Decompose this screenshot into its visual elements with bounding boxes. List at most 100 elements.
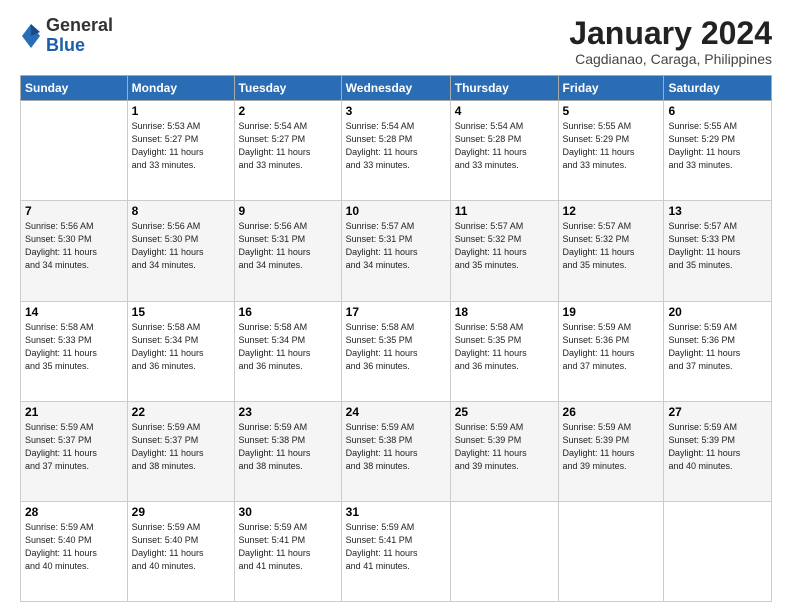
calendar-header-row: Sunday Monday Tuesday Wednesday Thursday…: [21, 76, 772, 101]
logo-general: General: [46, 15, 113, 35]
day-number: 6: [668, 104, 767, 118]
table-row: 18 Sunrise: 5:58 AMSunset: 5:35 PMDayligh…: [450, 301, 558, 401]
calendar-week-row: 1Sunrise: 5:53 AMSunset: 5:27 PMDaylight…: [21, 101, 772, 201]
day-number: 19: [563, 305, 660, 319]
calendar-week-row: 7 Sunrise: 5:56 AMSunset: 5:30 PMDaylight…: [21, 201, 772, 301]
day-info: Sunrise: 5:59 AMSunset: 5:39 PMDaylight:…: [563, 421, 660, 473]
day-info: Sunrise: 5:59 AMSunset: 5:38 PMDaylight:…: [346, 421, 446, 473]
day-number: 12: [563, 204, 660, 218]
table-row: 31 Sunrise: 5:59 AMSunset: 5:41 PMDayligh…: [341, 501, 450, 601]
table-row: 16 Sunrise: 5:58 AMSunset: 5:34 PMDayligh…: [234, 301, 341, 401]
day-info: Sunrise: 5:59 AMSunset: 5:39 PMDaylight:…: [455, 421, 554, 473]
logo-blue: Blue: [46, 35, 85, 55]
day-info: Sunrise: 5:55 AMSunset: 5:29 PMDaylight:…: [668, 120, 767, 172]
day-number: 26: [563, 405, 660, 419]
day-number: 25: [455, 405, 554, 419]
day-info: Sunrise: 5:59 AMSunset: 5:38 PMDaylight:…: [239, 421, 337, 473]
day-info: Sunrise: 5:58 AMSunset: 5:35 PMDaylight:…: [455, 321, 554, 373]
day-number: 20: [668, 305, 767, 319]
table-row: 24Sunrise: 5:59 AMSunset: 5:38 PMDayligh…: [341, 401, 450, 501]
header-sunday: Sunday: [21, 76, 128, 101]
day-info: Sunrise: 5:56 AMSunset: 5:30 PMDaylight:…: [132, 220, 230, 272]
day-info: Sunrise: 5:59 AMSunset: 5:40 PMDaylight:…: [25, 521, 123, 573]
day-info: Sunrise: 5:57 AMSunset: 5:33 PMDaylight:…: [668, 220, 767, 272]
logo-text: General Blue: [46, 16, 113, 56]
day-info: Sunrise: 5:57 AMSunset: 5:32 PMDaylight:…: [563, 220, 660, 272]
day-number: 27: [668, 405, 767, 419]
table-row: 26 Sunrise: 5:59 AMSunset: 5:39 PMDayligh…: [558, 401, 664, 501]
day-info: Sunrise: 5:54 AMSunset: 5:27 PMDaylight:…: [239, 120, 337, 172]
table-row: 20 Sunrise: 5:59 AMSunset: 5:36 PMDayligh…: [664, 301, 772, 401]
day-info: Sunrise: 5:59 AMSunset: 5:37 PMDaylight:…: [132, 421, 230, 473]
table-row: 15Sunrise: 5:58 AMSunset: 5:34 PMDayligh…: [127, 301, 234, 401]
header-thursday: Thursday: [450, 76, 558, 101]
day-number: 16: [239, 305, 337, 319]
day-info: Sunrise: 5:59 AMSunset: 5:36 PMDaylight:…: [668, 321, 767, 373]
table-row: 1Sunrise: 5:53 AMSunset: 5:27 PMDaylight…: [127, 101, 234, 201]
calendar-week-row: 21Sunrise: 5:59 AMSunset: 5:37 PMDayligh…: [21, 401, 772, 501]
table-row: 29Sunrise: 5:59 AMSunset: 5:40 PMDayligh…: [127, 501, 234, 601]
day-number: 22: [132, 405, 230, 419]
day-number: 1: [132, 104, 230, 118]
day-info: Sunrise: 5:56 AMSunset: 5:30 PMDaylight:…: [25, 220, 123, 272]
table-row: 14 Sunrise: 5:58 AMSunset: 5:33 PMDayligh…: [21, 301, 128, 401]
day-number: 30: [239, 505, 337, 519]
table-row: [21, 101, 128, 201]
day-info: Sunrise: 5:58 AMSunset: 5:35 PMDaylight:…: [346, 321, 446, 373]
table-row: 23Sunrise: 5:59 AMSunset: 5:38 PMDayligh…: [234, 401, 341, 501]
day-info: Sunrise: 5:54 AMSunset: 5:28 PMDaylight:…: [455, 120, 554, 172]
day-number: 14: [25, 305, 123, 319]
day-info: Sunrise: 5:55 AMSunset: 5:29 PMDaylight:…: [563, 120, 660, 172]
day-info: Sunrise: 5:58 AMSunset: 5:33 PMDaylight:…: [25, 321, 123, 373]
calendar-week-row: 14 Sunrise: 5:58 AMSunset: 5:33 PMDayligh…: [21, 301, 772, 401]
day-number: 31: [346, 505, 446, 519]
table-row: 13Sunrise: 5:57 AMSunset: 5:33 PMDayligh…: [664, 201, 772, 301]
day-number: 11: [455, 204, 554, 218]
day-info: Sunrise: 5:58 AMSunset: 5:34 PMDaylight:…: [239, 321, 337, 373]
day-info: Sunrise: 5:57 AMSunset: 5:32 PMDaylight:…: [455, 220, 554, 272]
header-saturday: Saturday: [664, 76, 772, 101]
table-row: 17 Sunrise: 5:58 AMSunset: 5:35 PMDayligh…: [341, 301, 450, 401]
day-info: Sunrise: 5:59 AMSunset: 5:40 PMDaylight:…: [132, 521, 230, 573]
table-row: 12 Sunrise: 5:57 AMSunset: 5:32 PMDayligh…: [558, 201, 664, 301]
day-info: Sunrise: 5:59 AMSunset: 5:39 PMDaylight:…: [668, 421, 767, 473]
day-info: Sunrise: 5:59 AMSunset: 5:41 PMDaylight:…: [239, 521, 337, 573]
calendar-page: General Blue January 2024 Cagdianao, Car…: [0, 0, 792, 612]
table-row: [450, 501, 558, 601]
day-info: Sunrise: 5:59 AMSunset: 5:37 PMDaylight:…: [25, 421, 123, 473]
header-tuesday: Tuesday: [234, 76, 341, 101]
day-number: 7: [25, 204, 123, 218]
title-block: January 2024 Cagdianao, Caraga, Philippi…: [569, 16, 772, 67]
day-info: Sunrise: 5:57 AMSunset: 5:31 PMDaylight:…: [346, 220, 446, 272]
table-row: 5Sunrise: 5:55 AMSunset: 5:29 PMDaylight…: [558, 101, 664, 201]
table-row: 3Sunrise: 5:54 AMSunset: 5:28 PMDaylight…: [341, 101, 450, 201]
table-row: 30 Sunrise: 5:59 AMSunset: 5:41 PMDayligh…: [234, 501, 341, 601]
table-row: 7 Sunrise: 5:56 AMSunset: 5:30 PMDaylight…: [21, 201, 128, 301]
table-row: 27 Sunrise: 5:59 AMSunset: 5:39 PMDayligh…: [664, 401, 772, 501]
calendar-table: Sunday Monday Tuesday Wednesday Thursday…: [20, 75, 772, 602]
day-info: Sunrise: 5:56 AMSunset: 5:31 PMDaylight:…: [239, 220, 337, 272]
table-row: 21Sunrise: 5:59 AMSunset: 5:37 PMDayligh…: [21, 401, 128, 501]
month-year-title: January 2024: [569, 16, 772, 51]
logo-icon: [20, 22, 42, 50]
day-info: Sunrise: 5:59 AMSunset: 5:41 PMDaylight:…: [346, 521, 446, 573]
day-number: 17: [346, 305, 446, 319]
location-subtitle: Cagdianao, Caraga, Philippines: [569, 51, 772, 67]
day-number: 4: [455, 104, 554, 118]
table-row: 10Sunrise: 5:57 AMSunset: 5:31 PMDayligh…: [341, 201, 450, 301]
table-row: 25 Sunrise: 5:59 AMSunset: 5:39 PMDayligh…: [450, 401, 558, 501]
table-row: 2 Sunrise: 5:54 AMSunset: 5:27 PMDaylight…: [234, 101, 341, 201]
day-number: 9: [239, 204, 337, 218]
day-number: 18: [455, 305, 554, 319]
table-row: 28Sunrise: 5:59 AMSunset: 5:40 PMDayligh…: [21, 501, 128, 601]
day-number: 2: [239, 104, 337, 118]
table-row: 9 Sunrise: 5:56 AMSunset: 5:31 PMDaylight…: [234, 201, 341, 301]
calendar-week-row: 28Sunrise: 5:59 AMSunset: 5:40 PMDayligh…: [21, 501, 772, 601]
table-row: 19 Sunrise: 5:59 AMSunset: 5:36 PMDayligh…: [558, 301, 664, 401]
table-row: [664, 501, 772, 601]
table-row: 11 Sunrise: 5:57 AMSunset: 5:32 PMDayligh…: [450, 201, 558, 301]
day-info: Sunrise: 5:54 AMSunset: 5:28 PMDaylight:…: [346, 120, 446, 172]
header-friday: Friday: [558, 76, 664, 101]
day-info: Sunrise: 5:59 AMSunset: 5:36 PMDaylight:…: [563, 321, 660, 373]
day-info: Sunrise: 5:58 AMSunset: 5:34 PMDaylight:…: [132, 321, 230, 373]
